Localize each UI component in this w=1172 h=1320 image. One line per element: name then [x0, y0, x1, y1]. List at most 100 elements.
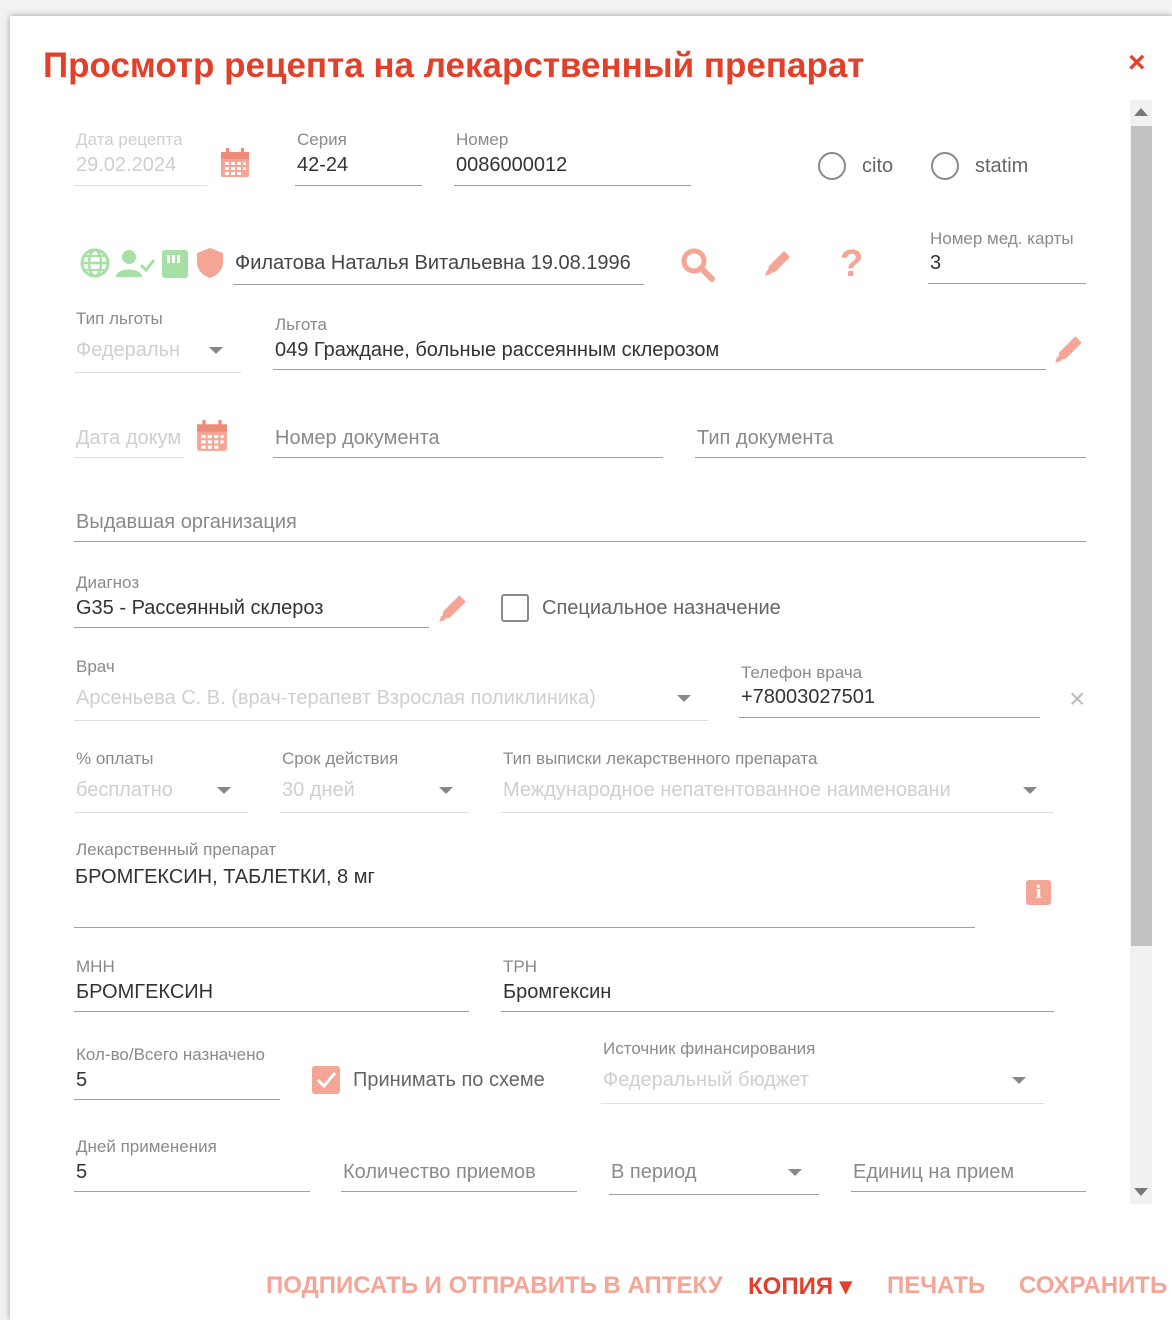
validity-select[interactable]: 30 дней [282, 779, 422, 802]
trn-label: ТРН [503, 957, 537, 976]
scheme-label: Принимать по схеме [353, 1069, 545, 1091]
units-field[interactable]: Единиц на прием [853, 1161, 1083, 1184]
days-field[interactable]: 5 [76, 1161, 296, 1184]
help-icon[interactable]: ? [840, 243, 863, 286]
document-number-field[interactable]: Номер документа [275, 427, 655, 450]
privilege-label: Льгота [275, 315, 327, 334]
diagnosis-label: Диагноз [76, 573, 140, 592]
print-button[interactable]: ПЕЧАТЬ [887, 1272, 985, 1300]
number-underline [454, 185, 691, 186]
shield-icon [197, 248, 223, 278]
document-date-underline [74, 457, 184, 458]
trn-field[interactable]: Бромгексин [503, 981, 1043, 1004]
card-icon [162, 250, 188, 278]
prescription-dialog: Просмотр рецепта на лекарственный препар… [10, 16, 1172, 1320]
diagnosis-underline [74, 627, 429, 628]
cito-radio[interactable] [818, 152, 846, 180]
issue-type-select[interactable]: Международное непатентованное наименован… [503, 779, 1009, 802]
user-check-icon [116, 250, 156, 277]
recipe-date-field: 29.02.2024 [76, 154, 177, 176]
edit-patient-icon[interactable] [762, 247, 794, 279]
mnn-field[interactable]: БРОМГЕКСИН [76, 981, 456, 1004]
statim-label: statim [975, 155, 1029, 177]
period-select[interactable]: В период [611, 1161, 781, 1184]
privilege-type-label: Тип льготы [76, 309, 163, 328]
doctor-label: Врач [76, 657, 115, 676]
calendar-icon[interactable] [195, 419, 229, 453]
scrollbar-thumb[interactable] [1131, 126, 1152, 946]
drug-underline [74, 927, 975, 928]
privilege-type-select[interactable]: Федеральн [76, 339, 194, 362]
issuing-org-field[interactable]: Выдавшая организация [76, 511, 1076, 534]
series-field[interactable]: 42-24 [297, 154, 417, 177]
scroll-up-icon[interactable] [1134, 108, 1148, 116]
chevron-down-icon [1012, 1077, 1026, 1084]
recipe-date-label: Дата рецепта [76, 130, 183, 149]
days-label: Дней применения [76, 1137, 217, 1156]
quantity-field[interactable]: 5 [76, 1069, 266, 1092]
sign-send-button[interactable]: ПОДПИСАТЬ И ОТПРАВИТЬ В АПТЕКУ [266, 1272, 723, 1300]
edit-privilege-icon[interactable] [1052, 332, 1086, 366]
copy-button[interactable]: КОПИЯ ▾ [748, 1272, 852, 1301]
document-type-underline [695, 457, 1086, 458]
dialog-title: Просмотр рецепта на лекарственный препар… [43, 46, 865, 85]
chevron-down-icon [209, 347, 223, 354]
doctor-underline [74, 720, 708, 721]
info-icon[interactable]: i [1026, 880, 1051, 905]
card-number-label: Номер мед. карты [930, 229, 1074, 248]
doctor-select[interactable]: Арсеньева С. В. (врач-терапевт Взрослая … [76, 687, 666, 710]
card-number-field[interactable]: 3 [930, 252, 1080, 275]
search-icon[interactable] [680, 247, 716, 283]
diagnosis-field[interactable]: G35 - Рассеянный склероз [76, 597, 426, 620]
scheme-checkbox[interactable] [312, 1066, 340, 1094]
issuing-org-underline [74, 541, 1086, 542]
mnn-label: МНН [76, 957, 115, 976]
payment-underline [74, 812, 248, 813]
quantity-underline [74, 1099, 280, 1100]
save-button[interactable]: СОХРАНИТЬ [1019, 1272, 1167, 1300]
units-underline [851, 1191, 1086, 1192]
chevron-down-icon [677, 695, 691, 702]
chevron-down-icon [788, 1169, 802, 1176]
finance-label: Источник финансирования [603, 1039, 816, 1058]
doctor-phone-label: Телефон врача [741, 663, 863, 682]
document-number-underline [273, 457, 663, 458]
cito-label: cito [862, 155, 894, 177]
chevron-down-icon [1023, 787, 1037, 794]
finance-underline [601, 1103, 1044, 1104]
issue-type-label: Тип выписки лекарственного препарата [503, 749, 818, 768]
patient-underline [233, 284, 644, 285]
privilege-field[interactable]: 049 Граждане, больные рассеянным склероз… [275, 339, 1040, 362]
special-purpose-checkbox[interactable] [501, 594, 529, 622]
document-type-field[interactable]: Тип документа [697, 427, 1077, 450]
check-icon [316, 1072, 337, 1089]
close-icon[interactable]: × [1128, 48, 1146, 78]
finance-select[interactable]: Федеральный бюджет [603, 1069, 983, 1092]
period-underline [609, 1194, 819, 1195]
chevron-down-icon [217, 787, 231, 794]
number-field[interactable]: 0086000012 [456, 154, 686, 177]
issue-type-underline [501, 812, 1054, 813]
payment-label: % оплаты [76, 749, 154, 768]
statim-radio[interactable] [931, 152, 959, 180]
drug-field[interactable]: БРОМГЕКСИН, ТАБЛЕТКИ, 8 мг [75, 866, 955, 889]
drug-label: Лекарственный препарат [76, 840, 277, 859]
privilege-underline [273, 369, 1046, 370]
calendar-icon[interactable] [219, 147, 251, 179]
clear-phone-icon[interactable]: × [1069, 683, 1085, 715]
intakes-field[interactable]: Количество приемов [343, 1161, 573, 1184]
document-date-field[interactable]: Дата докум [76, 427, 184, 450]
doctor-phone-field[interactable]: +78003027501 [741, 686, 1031, 709]
special-purpose-label: Специальное назначение [542, 597, 781, 619]
payment-select[interactable]: бесплатно [76, 779, 206, 802]
number-label: Номер [456, 130, 509, 149]
days-underline [74, 1191, 310, 1192]
scroll-down-icon[interactable] [1134, 1188, 1148, 1196]
mnn-underline [74, 1011, 469, 1012]
patient-name[interactable]: Филатова Наталья Витальевна 19.08.1996 [235, 252, 650, 275]
edit-diagnosis-icon[interactable] [436, 591, 470, 625]
chevron-down-icon [439, 787, 453, 794]
quantity-label: Кол-во/Всего назначено [76, 1045, 265, 1064]
intakes-underline [341, 1191, 577, 1192]
doctor-phone-underline [739, 717, 1040, 718]
